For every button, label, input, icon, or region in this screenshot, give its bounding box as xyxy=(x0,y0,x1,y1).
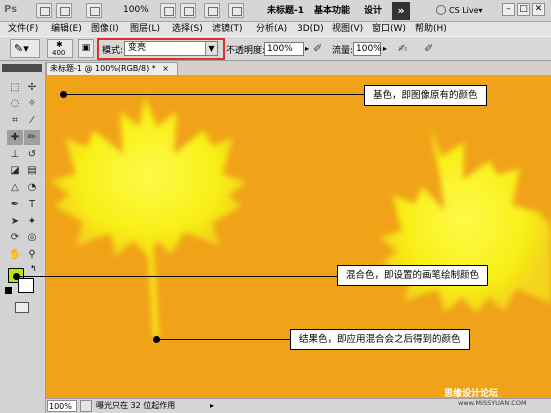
blend-mode-value: 变亮 xyxy=(128,43,147,53)
shape-icon[interactable]: ✦ xyxy=(24,214,40,229)
blend-color-callout: 混合色，即设置的画笔绘制颜色 xyxy=(337,265,489,286)
chevron-down-icon: ▼ xyxy=(205,42,217,55)
watermark-url: www.MISSYUAN.COM xyxy=(458,399,527,407)
3d-orbit-icon[interactable]: ◎ xyxy=(24,230,40,245)
airbrush-icon[interactable]: ✍ xyxy=(398,41,412,56)
path-selection-icon[interactable]: ➤ xyxy=(7,214,23,229)
document-tab-label: 未标题-1 @ 100%(RGB/8) * xyxy=(50,64,156,73)
left-leaf xyxy=(51,95,247,256)
tools-panel-header[interactable] xyxy=(2,64,42,72)
blend-color-leader-line xyxy=(17,276,339,277)
document-tab[interactable]: 未标题-1 @ 100%(RGB/8) * × xyxy=(46,62,178,75)
brush-panel-toggle-icon[interactable]: ▣ xyxy=(78,39,94,58)
base-color-leader-line xyxy=(64,94,368,95)
tablet-pressure-opacity-icon[interactable]: ✐ xyxy=(313,41,327,56)
close-button[interactable]: ✕ xyxy=(532,3,545,16)
document-canvas[interactable]: 基色，即图像原有的颜色 结果色，即应用混合会之后得到的颜色 xyxy=(46,75,551,398)
gradient-icon[interactable]: ▤ xyxy=(24,163,40,178)
view-extras-icon[interactable] xyxy=(86,3,102,18)
type-icon[interactable]: T xyxy=(24,197,40,212)
eyedropper-icon[interactable]: ⁄ xyxy=(24,113,40,128)
screen-mode-icon[interactable] xyxy=(228,3,244,18)
status-message: 曝光只在 32 位起作用 xyxy=(96,401,176,410)
watermark-title: 思缘设计论坛 xyxy=(444,389,499,399)
menu-layer[interactable]: 图层(L) xyxy=(130,23,160,35)
menu-image[interactable]: 图像(I) xyxy=(91,23,119,35)
opacity-slider-arrow-icon[interactable]: ▸ xyxy=(305,42,313,56)
quick-selection-icon[interactable]: ✧ xyxy=(24,96,40,111)
cs-live-button[interactable]: CS Live▾ xyxy=(449,4,499,18)
3d-rotate-icon[interactable]: ⟳ xyxy=(7,230,23,245)
default-colors-icon[interactable] xyxy=(5,287,12,294)
brush-picker[interactable]: ✱ 400 xyxy=(47,39,73,58)
mini-bridge-icon[interactable] xyxy=(56,3,72,18)
swap-colors-icon[interactable]: ↰ xyxy=(30,264,37,273)
document-title: 未标题-1 xyxy=(267,6,304,16)
brush-tip-icon: ✱ xyxy=(56,40,63,49)
blur-icon[interactable]: △ xyxy=(7,180,23,195)
menu-analysis[interactable]: 分析(A) xyxy=(256,23,287,35)
background-color-swatch[interactable] xyxy=(18,278,34,293)
opacity-input[interactable]: 100% xyxy=(264,42,304,56)
base-color-callout: 基色，即图像原有的颜色 xyxy=(364,85,487,106)
crop-icon[interactable]: ⌗ xyxy=(7,113,23,128)
menu-select[interactable]: 选择(S) xyxy=(172,23,203,35)
bridge-icon[interactable] xyxy=(36,3,52,18)
cs-live-icon xyxy=(436,5,446,15)
zoom-level[interactable]: 100% xyxy=(123,4,157,17)
menu-edit[interactable]: 编辑(E) xyxy=(51,23,82,35)
hand-tool-icon[interactable]: ✋ xyxy=(7,247,23,262)
blend-mode-select[interactable]: 变亮 ▼ xyxy=(124,41,218,56)
workspace-essentials[interactable]: 基本功能 xyxy=(314,4,350,18)
result-color-leader-line xyxy=(157,339,293,340)
mode-label: 模式: xyxy=(102,46,124,56)
close-tab-icon[interactable]: × xyxy=(162,64,169,73)
eraser-icon[interactable]: ◪ xyxy=(7,163,23,178)
marquee-icon[interactable]: ⬚ xyxy=(7,80,23,95)
photoshop-logo: Ps xyxy=(4,4,18,15)
brush-tool-preset-icon[interactable]: ✎▾ xyxy=(10,39,40,58)
tablet-pressure-size-icon[interactable]: ✐ xyxy=(424,41,438,56)
dodge-icon[interactable]: ◔ xyxy=(24,180,40,195)
opacity-label: 不透明度: xyxy=(226,46,266,56)
status-menu-arrow-icon[interactable]: ▸ xyxy=(210,401,214,410)
arrange-documents-icon[interactable] xyxy=(204,3,220,18)
menu-file[interactable]: 文件(F) xyxy=(8,23,38,35)
menu-view[interactable]: 视图(V) xyxy=(332,23,363,35)
left-leaf-stem xyxy=(147,244,159,338)
workspace-design[interactable]: 设计 xyxy=(364,4,382,18)
brush-icon[interactable]: ✏ xyxy=(24,130,40,145)
more-workspaces-button[interactable]: » xyxy=(392,2,410,20)
pen-icon[interactable]: ✒ xyxy=(7,197,23,212)
status-info-icon[interactable] xyxy=(80,400,92,412)
result-color-callout: 结果色，即应用混合会之后得到的颜色 xyxy=(290,329,470,350)
move-icon[interactable]: ✢ xyxy=(24,80,40,95)
flow-label: 流量: xyxy=(332,46,354,56)
menu-3d[interactable]: 3D(D) xyxy=(297,23,324,35)
clone-stamp-icon[interactable]: ⊥ xyxy=(7,147,23,162)
brush-size: 400 xyxy=(52,49,66,57)
hand-icon[interactable] xyxy=(160,3,176,18)
quick-mask-icon[interactable] xyxy=(15,302,29,313)
healing-brush-icon[interactable]: ✚ xyxy=(7,130,23,145)
flow-input[interactable]: 100% xyxy=(353,42,382,56)
zoom-tool-icon[interactable]: ⚲ xyxy=(24,247,40,262)
status-zoom-input[interactable]: 100% xyxy=(47,400,77,412)
menu-filter[interactable]: 滤镜(T) xyxy=(212,23,243,35)
zoom-icon[interactable] xyxy=(180,3,196,18)
flow-slider-arrow-icon[interactable]: ▸ xyxy=(383,42,391,56)
lasso-icon[interactable]: ◌ xyxy=(7,96,23,111)
maximize-button[interactable]: □ xyxy=(517,3,530,16)
menu-window[interactable]: 窗口(W) xyxy=(372,23,406,35)
menu-help[interactable]: 帮助(H) xyxy=(415,23,447,35)
history-brush-icon[interactable]: ↺ xyxy=(24,147,40,162)
minimize-button[interactable]: – xyxy=(502,3,515,16)
